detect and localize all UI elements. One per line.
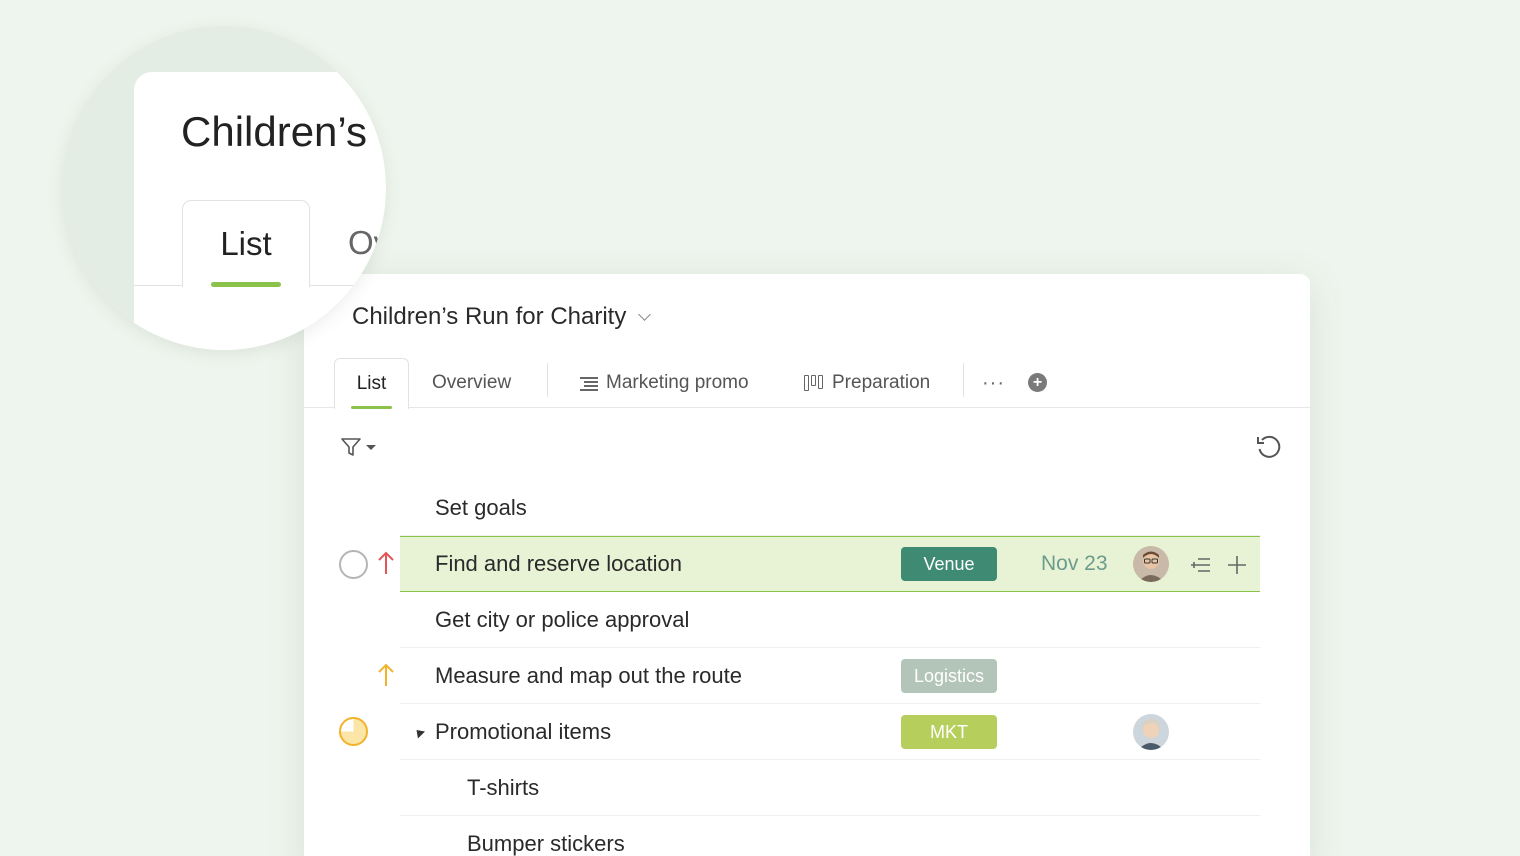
project-panel: Children’s Run for Charity List Overview… <box>304 274 1310 856</box>
task-row[interactable]: Measure and map out the route Logistics <box>304 648 1310 704</box>
stage: Children’s Run for Charity List Overview… <box>0 0 1520 856</box>
task-name[interactable]: Get city or police approval <box>435 592 689 648</box>
person-avatar-icon <box>1133 714 1169 750</box>
tab-marketing-promo-label: Marketing promo <box>606 372 749 393</box>
tag-mkt[interactable]: MKT <box>901 715 997 749</box>
subtask-row[interactable]: T-shirts <box>304 760 1310 816</box>
filter-icon <box>341 438 361 456</box>
list-view-icon <box>580 376 598 391</box>
collapse-caret-icon[interactable] <box>412 726 426 739</box>
task-name[interactable]: Find and reserve location <box>435 536 682 592</box>
zoom-tabs: List Ov <box>134 200 386 287</box>
tab-overview-label: Overview <box>432 372 512 393</box>
status-not-started-icon[interactable] <box>339 550 368 579</box>
view-tabs: List Overview Marketing promo Preparatio… <box>304 358 1310 409</box>
tab-overview[interactable]: Overview <box>432 358 511 408</box>
board-view-icon <box>804 375 824 391</box>
task-name[interactable]: T-shirts <box>467 760 539 816</box>
task-row[interactable]: Set goals <box>304 480 1310 536</box>
add-subtask-icon[interactable] <box>1190 554 1212 576</box>
avatar[interactable] <box>1133 714 1169 750</box>
task-name[interactable]: Set goals <box>435 480 527 536</box>
refresh-icon[interactable] <box>1254 432 1284 462</box>
priority-high-icon[interactable] <box>376 550 396 576</box>
task-row[interactable]: Promotional items MKT <box>304 704 1310 760</box>
priority-medium-icon[interactable] <box>376 662 396 688</box>
zoom-card: Children’s List Ov <box>134 72 386 350</box>
tab-list[interactable]: List <box>334 358 409 409</box>
person-avatar-icon <box>1133 546 1169 582</box>
subtask-row[interactable]: Bumper stickers <box>304 816 1310 856</box>
list-toolbar <box>304 424 1310 468</box>
zoom-title: Children’s <box>181 108 367 155</box>
status-in-progress-icon[interactable] <box>339 717 368 746</box>
task-row-selected[interactable]: Find and reserve location Venue Nov 23 <box>304 536 1310 592</box>
caret-down-icon <box>366 444 376 450</box>
tab-marketing-promo[interactable]: Marketing promo <box>580 358 749 408</box>
zoom-tab-list: List <box>182 200 310 287</box>
add-task-icon[interactable] <box>1226 554 1248 576</box>
tab-preparation-label: Preparation <box>832 372 931 393</box>
tab-list-label: List <box>356 373 387 394</box>
task-row[interactable]: Get city or police approval <box>304 592 1310 648</box>
zoom-tab-overview: Ov <box>348 224 386 261</box>
more-tabs-button[interactable]: ··· <box>982 358 1005 408</box>
due-date[interactable]: Nov 23 <box>1041 536 1108 592</box>
filter-button[interactable] <box>340 434 382 460</box>
chevron-down-icon[interactable] <box>638 308 652 321</box>
add-view-icon[interactable]: + <box>1028 373 1047 392</box>
tag-venue[interactable]: Venue <box>901 547 997 581</box>
tab-preparation[interactable]: Preparation <box>804 358 930 408</box>
avatar[interactable] <box>1133 546 1169 582</box>
task-name[interactable]: Promotional items <box>435 704 611 760</box>
tab-divider <box>963 363 964 397</box>
task-name[interactable]: Measure and map out the route <box>435 648 742 704</box>
tab-divider <box>547 363 548 397</box>
tag-logistics[interactable]: Logistics <box>901 659 997 693</box>
zoom-callout: Children’s List Ov <box>62 26 386 350</box>
task-name[interactable]: Bumper stickers <box>467 816 625 856</box>
task-list: Set goals Find and reserve location Venu… <box>304 480 1310 856</box>
